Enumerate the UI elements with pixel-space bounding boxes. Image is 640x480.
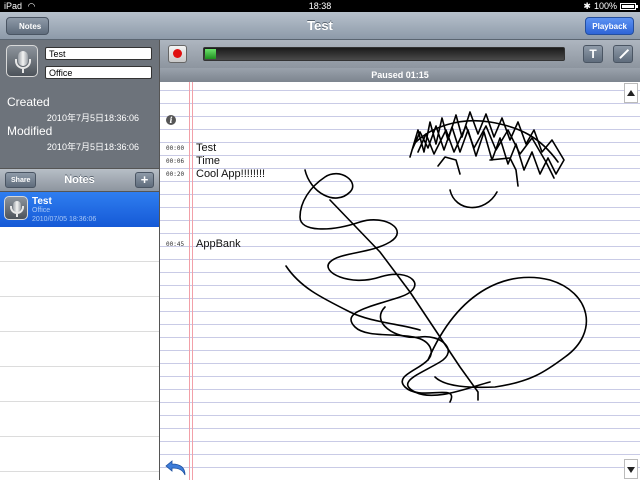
- notes-list: Test Office 2010/07/05 18:36:06: [0, 192, 159, 480]
- modified-date: 2010年7月5日18:36:06: [46, 142, 139, 152]
- note-title-field[interactable]: Test: [45, 47, 152, 60]
- page-title: Test: [307, 18, 333, 33]
- diagonal-stroke: [329, 199, 479, 401]
- progress-fill: [205, 49, 216, 59]
- battery-percent: 100%: [593, 1, 617, 11]
- navigation-bar: Notes Test Playback: [0, 12, 640, 40]
- recorder-toolbar: T: [160, 40, 640, 68]
- recording-status: Paused 01:15: [160, 68, 640, 82]
- record-icon: [173, 49, 182, 58]
- microphone-icon: [6, 45, 38, 77]
- playback-button[interactable]: Playback: [585, 17, 634, 35]
- note-canvas[interactable]: i 00:00 Test 00:06 Time 00:20 Cool App!!…: [160, 82, 640, 480]
- zigzag-stroke: [299, 169, 453, 403]
- loop-stroke: [379, 306, 491, 397]
- outline-stroke: [427, 276, 588, 389]
- record-button[interactable]: [168, 45, 187, 63]
- list-item-date: 2010/07/05 18:36:06: [32, 216, 97, 223]
- scroll-up-icon[interactable]: [624, 83, 638, 103]
- list-item-subtitle: Office: [32, 207, 51, 214]
- created-label: Created: [7, 95, 50, 109]
- right-eye: [489, 157, 519, 187]
- mouth: [449, 189, 498, 209]
- battery-icon: [620, 2, 638, 10]
- notes-list-toolbar: Share Notes +: [0, 168, 159, 192]
- clock: 18:38: [308, 1, 332, 11]
- left-eye: [437, 156, 461, 175]
- undo-icon[interactable]: [164, 455, 190, 477]
- text-tool-icon: T: [589, 47, 597, 61]
- microphone-icon: [4, 196, 28, 220]
- add-note-button[interactable]: +: [135, 172, 154, 188]
- pen-tool-icon: [619, 48, 629, 59]
- list-item[interactable]: Test Office 2010/07/05 18:36:06: [0, 192, 159, 227]
- created-date: 2010年7月5日18:36:06: [46, 113, 139, 123]
- freehand-drawing: [285, 111, 588, 403]
- text-tool-button[interactable]: T: [583, 45, 603, 63]
- list-item-title: Test: [32, 196, 52, 207]
- loop-stroke: [285, 265, 421, 331]
- scroll-down-icon[interactable]: [624, 459, 638, 479]
- note-info-panel: Test Office Created 2010年7月5日18:36:06 Mo…: [0, 40, 159, 168]
- bluetooth-icon: ✱: [583, 1, 591, 11]
- modified-label: Modified: [7, 124, 53, 138]
- note-subtitle-field[interactable]: Office: [45, 66, 152, 79]
- playback-progress-bar[interactable]: [203, 47, 565, 61]
- pen-tool-button[interactable]: [613, 45, 633, 63]
- status-bar: iPad ◠ 18:38 ✱ 100%: [0, 0, 640, 12]
